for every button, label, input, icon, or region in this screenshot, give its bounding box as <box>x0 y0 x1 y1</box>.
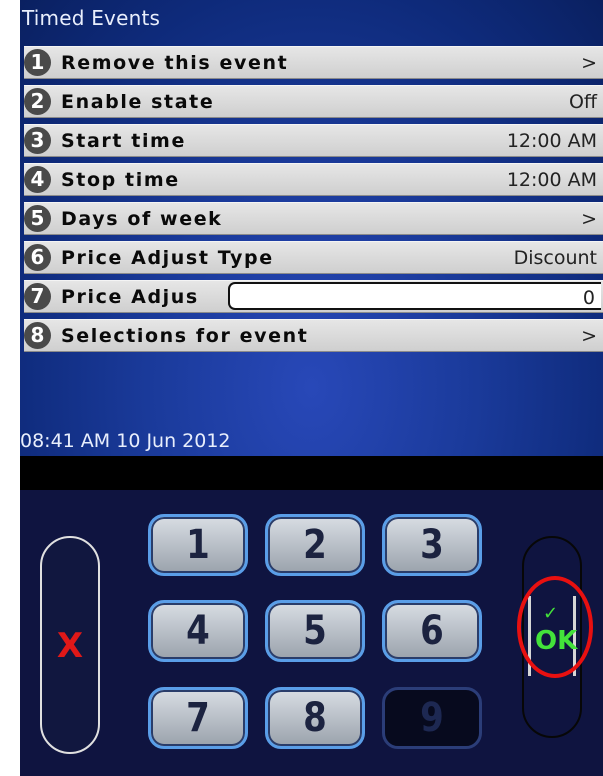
row-value: Off <box>568 91 597 113</box>
row-value: 12:00 AM <box>506 169 597 191</box>
row-number-badge: 6 <box>24 244 51 271</box>
key-8[interactable]: 8 <box>265 687 365 749</box>
row-number-badge: 3 <box>24 127 51 154</box>
key-2[interactable]: 2 <box>265 514 365 576</box>
row-number-badge: 7 <box>24 283 51 310</box>
key-label: 1 <box>186 522 210 568</box>
row-selections-for-event[interactable]: 8 Selections for event > <box>24 319 603 352</box>
row-label: Price Adjust Type <box>61 247 274 269</box>
chevron-right-icon: > <box>581 208 597 230</box>
page-title: Timed Events <box>22 6 161 30</box>
key-4[interactable]: 4 <box>148 600 248 662</box>
row-number-badge: 4 <box>24 166 51 193</box>
key-5[interactable]: 5 <box>265 600 365 662</box>
chevron-right-icon: > <box>581 325 597 347</box>
chevron-right-icon: > <box>581 52 597 74</box>
row-remove-event[interactable]: 1 Remove this event > <box>24 46 603 79</box>
key-label: 6 <box>420 608 444 654</box>
close-icon: X <box>56 626 84 666</box>
row-price-adjust[interactable]: 7 Price Adjus 0 <box>24 280 603 313</box>
row-value: 12:00 AM <box>506 130 597 152</box>
key-9: 9 <box>382 687 482 749</box>
row-label: Enable state <box>61 91 215 113</box>
key-1[interactable]: 1 <box>148 514 248 576</box>
event-settings-panel: Timed Events 1 Remove this event > 2 Ena… <box>20 0 603 456</box>
row-price-adjust-type[interactable]: 6 Price Adjust Type Discount <box>24 241 603 274</box>
row-value: Discount <box>513 247 597 269</box>
price-adjust-input[interactable]: 0 <box>228 282 601 310</box>
key-6[interactable]: 6 <box>382 600 482 662</box>
key-label: 7 <box>186 695 210 741</box>
cancel-button[interactable]: X <box>40 536 100 754</box>
device-screen: Timed Events 1 Remove this event > 2 Ena… <box>20 0 603 776</box>
row-number-badge: 5 <box>24 205 51 232</box>
key-label: 8 <box>303 695 327 741</box>
row-number-badge: 1 <box>24 49 51 76</box>
key-3[interactable]: 3 <box>382 514 482 576</box>
row-number-badge: 8 <box>24 322 51 349</box>
row-start-time[interactable]: 3 Start time 12:00 AM <box>24 124 603 157</box>
row-stop-time[interactable]: 4 Stop time 12:00 AM <box>24 163 603 196</box>
row-enable-state[interactable]: 2 Enable state Off <box>24 85 603 118</box>
row-label: Days of week <box>61 208 223 230</box>
row-number-badge: 2 <box>24 88 51 115</box>
key-label: 2 <box>303 522 327 568</box>
price-adjust-value: 0 <box>582 287 595 309</box>
row-label: Selections for event <box>61 325 309 347</box>
key-label: 3 <box>420 522 444 568</box>
row-label: Price Adjus <box>61 286 199 308</box>
row-label: Start time <box>61 130 186 152</box>
highlight-circle <box>517 576 593 678</box>
key-7[interactable]: 7 <box>148 687 248 749</box>
row-label: Remove this event <box>61 52 289 74</box>
key-label: 5 <box>303 608 327 654</box>
key-label: 4 <box>186 608 210 654</box>
key-label: 9 <box>420 695 444 741</box>
divider-bar <box>20 456 603 490</box>
row-label: Stop time <box>61 169 180 191</box>
status-clock: 08:41 AM 10 Jun 2012 <box>20 430 231 452</box>
row-days-of-week[interactable]: 5 Days of week > <box>24 202 603 235</box>
